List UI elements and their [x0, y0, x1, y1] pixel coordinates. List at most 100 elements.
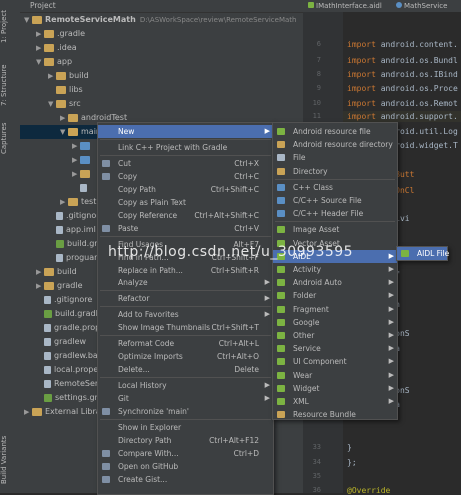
menu-item-android-resource-file[interactable]: Android resource file [273, 125, 397, 138]
menu-item-optimize-imports[interactable]: Optimize Imports Ctrl+Alt+O [98, 350, 273, 363]
project-tool-tab[interactable]: 1: Project [0, 4, 20, 50]
tab-mathservice[interactable]: MathService [396, 0, 447, 12]
menu-item-find-in-path[interactable]: Find in Path... Ctrl+Shift+F [98, 251, 273, 264]
menu-item-label: Service [293, 344, 321, 354]
folder-icon [44, 57, 54, 66]
collapsed-arrow-icon[interactable]: ▶ [48, 69, 56, 83]
menu-item-c-c-header-file[interactable]: C/C++ Header File [273, 207, 397, 220]
expanded-arrow-icon[interactable]: ▼ [60, 125, 68, 139]
menu-item-git[interactable]: Git ▶ [98, 392, 273, 405]
tree-row[interactable]: ▶ .gradle [20, 27, 303, 41]
collapsed-arrow-icon[interactable]: ▶ [72, 153, 80, 167]
tree-row[interactable]: ▶ .idea [20, 41, 303, 55]
menu-item-xml[interactable]: XML ▶ [273, 395, 397, 408]
menu-item-file[interactable]: File [273, 151, 397, 164]
tree-row[interactable]: ▼ src [20, 97, 303, 111]
collapsed-arrow-icon[interactable]: ▶ [60, 195, 68, 209]
menu-item-folder[interactable]: Folder ▶ [273, 289, 397, 302]
tree-row[interactable]: libs [20, 83, 303, 97]
menu-item-replace-in-path[interactable]: Replace in Path... Ctrl+Shift+R [98, 264, 273, 277]
expanded-arrow-icon[interactable]: ▼ [48, 97, 56, 111]
github-icon [102, 475, 110, 483]
menu-item-c-c-source-file[interactable]: C/C++ Source File [273, 194, 397, 207]
collapsed-arrow-icon[interactable]: ▶ [24, 405, 32, 419]
submenu-arrow-icon: ▶ [388, 344, 394, 353]
menu-item-show-in-explorer[interactable]: Show in Explorer [98, 421, 273, 434]
menu-item-open-on-github[interactable]: Open on GitHub [98, 460, 273, 473]
menu-item-c-class[interactable]: C++ Class [273, 181, 397, 194]
file-icon [44, 337, 51, 346]
tree-item-label: .idea [57, 43, 77, 52]
menu-item-aidl[interactable]: AIDL ▶ [273, 249, 397, 263]
menu-item-add-to-favorites[interactable]: Add to Favorites ▶ [98, 308, 273, 321]
file-icon [44, 295, 51, 304]
menu-item-android-auto[interactable]: Android Auto ▶ [273, 276, 397, 289]
menu-item-resource-bundle[interactable]: Resource Bundle [273, 408, 397, 421]
menu-item-service[interactable]: Service ▶ [273, 342, 397, 355]
menu-item-shortcut: Ctrl+Shift+R [210, 265, 259, 275]
android-icon [401, 250, 409, 257]
menu-item-link-c-project-with-gradle[interactable]: Link C++ Project with Gradle [98, 141, 273, 154]
collapsed-arrow-icon[interactable]: ▶ [72, 167, 80, 181]
menu-item-wear[interactable]: Wear ▶ [273, 369, 397, 382]
menu-item-find-usages[interactable]: Find Usages Alt+F7 [98, 238, 273, 251]
menu-item-create-gist[interactable]: Create Gist... [98, 473, 273, 486]
folder-icon [68, 127, 78, 136]
tree-item-label: app.iml [66, 225, 96, 234]
android-icon [277, 252, 285, 260]
menu-item-cut[interactable]: Cut Ctrl+X [98, 157, 273, 170]
code-line: }; [347, 458, 357, 467]
menu-item-copy-path[interactable]: Copy Path Ctrl+Shift+C [98, 183, 273, 196]
menu-item-synchronize-main[interactable]: Synchronize 'main' [98, 405, 273, 418]
menu-item-aidl-file[interactable]: AIDL File [397, 247, 449, 260]
collapsed-arrow-icon[interactable]: ▶ [72, 139, 80, 153]
menu-item-google[interactable]: Google ▶ [273, 316, 397, 329]
menu-item-paste[interactable]: Paste Ctrl+V [98, 222, 273, 235]
menu-item-ui-component[interactable]: UI Component ▶ [273, 355, 397, 368]
menu-item-show-image-thumbnails[interactable]: Show Image Thumbnails Ctrl+Shift+T [98, 321, 273, 334]
menu-item-copy-reference[interactable]: Copy Reference Ctrl+Alt+Shift+C [98, 209, 273, 222]
menu-item-copy-as-plain-text[interactable]: Copy as Plain Text [98, 196, 273, 209]
tree-row[interactable]: ▶ build [20, 69, 303, 83]
menu-item-refactor[interactable]: Refactor ▶ [98, 292, 273, 305]
code-line: @Override [347, 486, 390, 495]
menu-item-analyze[interactable]: Analyze ▶ [98, 276, 273, 289]
structure-tool-tab[interactable]: 7: Structure [0, 60, 20, 110]
expanded-arrow-icon[interactable]: ▼ [36, 55, 44, 69]
menu-item-label: Show in Explorer [118, 422, 182, 432]
menu-item-android-resource-directory[interactable]: Android resource directory [273, 138, 397, 151]
menu-item-fragment[interactable]: Fragment ▶ [273, 303, 397, 316]
menu-item-copy[interactable]: Copy Ctrl+C [98, 170, 273, 183]
project-view-selector[interactable]: Project [30, 1, 56, 10]
menu-item-activity[interactable]: Activity ▶ [273, 263, 397, 276]
collapsed-arrow-icon[interactable]: ▶ [36, 27, 44, 41]
collapsed-arrow-icon[interactable]: ▶ [36, 41, 44, 55]
menu-item-compare-with[interactable]: Compare With... Ctrl+D [98, 447, 273, 460]
collapsed-arrow-icon[interactable]: ▶ [36, 279, 44, 293]
submenu-arrow-icon: ▶ [264, 310, 270, 319]
tree-item-label: androidTest [81, 113, 128, 122]
menu-item-shortcut: Ctrl+C [234, 171, 259, 181]
menu-item-vector-asset[interactable]: Vector Asset [273, 237, 397, 250]
folder-icon [277, 141, 285, 149]
collapsed-arrow-icon[interactable]: ▶ [60, 111, 68, 125]
captures-tool-tab[interactable]: Captures [0, 120, 20, 156]
menu-item-other[interactable]: Other ▶ [273, 329, 397, 342]
android-icon [277, 371, 285, 379]
tab-imathinterface[interactable]: IMathInterface.aidl [308, 0, 382, 12]
menu-item-local-history[interactable]: Local History ▶ [98, 379, 273, 392]
tree-row[interactable]: ▼ RemoteServiceMath D:\ASWorkSpace\review\… [20, 13, 303, 27]
menu-item-directory[interactable]: Directory [273, 165, 397, 178]
menu-item-new[interactable]: New ▶ [98, 125, 273, 138]
menu-item-widget[interactable]: Widget ▶ [273, 382, 397, 395]
menu-item-delete[interactable]: Delete... Delete [98, 363, 273, 376]
menu-item-image-asset[interactable]: Image Asset [273, 223, 397, 236]
folder-icon [56, 99, 66, 108]
build-variants-tool-tab[interactable]: Build Variants [0, 430, 20, 490]
expanded-arrow-icon[interactable]: ▼ [24, 13, 32, 27]
menu-item-directory-path[interactable]: Directory Path Ctrl+Alt+F12 [98, 434, 273, 447]
tree-row[interactable]: ▼ app [20, 55, 303, 69]
collapsed-arrow-icon[interactable]: ▶ [36, 265, 44, 279]
menu-item-reformat-code[interactable]: Reformat Code Ctrl+Alt+L [98, 337, 273, 350]
copy-icon [102, 172, 110, 180]
